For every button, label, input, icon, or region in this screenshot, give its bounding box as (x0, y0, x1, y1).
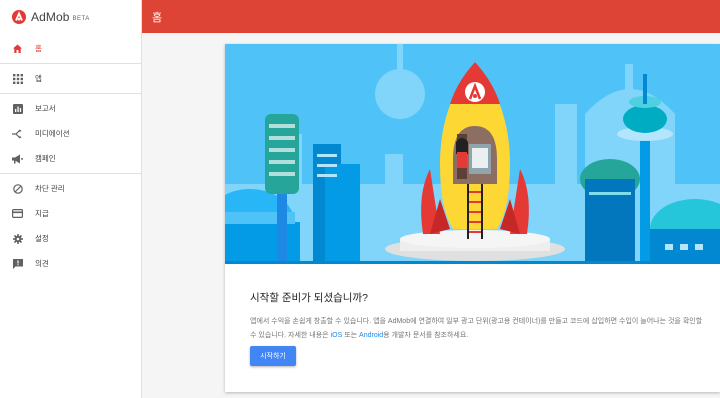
card-body: 시작할 준비가 되셨습니까? 앱에서 수익을 손쉽게 창출할 수 있습니다. 앱… (250, 290, 710, 343)
sidebar: AdMob BETA 홈 앱 보고서 미디에이션 캠페인 차단 관리 지급 설정… (0, 0, 142, 398)
home-icon (12, 43, 23, 54)
sidebar-item-label: 지급 (35, 209, 49, 218)
sidebar-item-label: 의견 (35, 259, 49, 268)
sidebar-item-campaigns[interactable]: 캠페인 (0, 146, 141, 171)
sidebar-item-reports[interactable]: 보고서 (0, 96, 141, 121)
beta-badge: BETA (72, 15, 90, 22)
bar-chart-icon (12, 103, 23, 114)
nav-group-account: 차단 관리 지급 설정 의견 (0, 174, 141, 278)
description-text: 또는 (342, 332, 360, 339)
sidebar-item-mediation[interactable]: 미디에이션 (0, 121, 141, 146)
hero-illustration (225, 44, 720, 264)
nav-group-apps: 앱 (0, 64, 141, 94)
sidebar-item-label: 앱 (35, 74, 42, 83)
sidebar-item-label: 보고서 (35, 104, 56, 113)
mediation-icon (12, 128, 23, 139)
sidebar-item-home[interactable]: 홈 (0, 36, 141, 61)
block-icon (12, 183, 23, 194)
feedback-icon (12, 258, 23, 269)
card-description: 앱에서 수익을 손쉽게 창출할 수 있습니다. 앱을 AdMob에 연결하여 일… (250, 315, 710, 343)
ios-docs-link[interactable]: iOS (331, 332, 343, 339)
brand-name: AdMob (31, 10, 70, 24)
megaphone-icon (12, 153, 23, 164)
sidebar-item-payments[interactable]: 지급 (0, 201, 141, 226)
gear-icon (12, 233, 23, 244)
sidebar-item-label: 캠페인 (35, 154, 56, 163)
page-title: 홈 (152, 11, 163, 24)
sidebar-item-settings[interactable]: 설정 (0, 226, 141, 251)
description-text: 앱에서 수익을 손쉽게 창출할 수 있습니다. 앱을 AdMob에 연결하여 일… (250, 318, 703, 339)
apps-grid-icon (12, 73, 23, 84)
sidebar-item-apps[interactable]: 앱 (0, 66, 141, 91)
top-app-bar: 홈 (142, 0, 720, 33)
sidebar-item-feedback[interactable]: 의견 (0, 251, 141, 276)
payments-icon (12, 208, 23, 219)
admob-logo-icon (12, 10, 26, 24)
sidebar-item-label: 차단 관리 (35, 184, 65, 193)
card-title: 시작할 준비가 되셨습니까? (250, 292, 368, 304)
sidebar-item-label: 미디에이션 (35, 129, 70, 138)
get-started-button[interactable]: 시작하기 (250, 346, 296, 366)
sidebar-item-label: 설정 (35, 234, 49, 243)
nav-group-home: 홈 (0, 34, 141, 64)
getting-started-card: 시작할 준비가 되셨습니까? 앱에서 수익을 손쉽게 창출할 수 있습니다. 앱… (225, 44, 720, 392)
description-text: 용 개발자 문서를 참조하세요. (383, 332, 469, 339)
brand[interactable]: AdMob BETA (0, 0, 141, 34)
nav-group-analytics: 보고서 미디에이션 캠페인 (0, 94, 141, 174)
android-docs-link[interactable]: Android (359, 332, 383, 339)
sidebar-item-label: 홈 (35, 44, 42, 53)
sidebar-item-blocking[interactable]: 차단 관리 (0, 176, 141, 201)
